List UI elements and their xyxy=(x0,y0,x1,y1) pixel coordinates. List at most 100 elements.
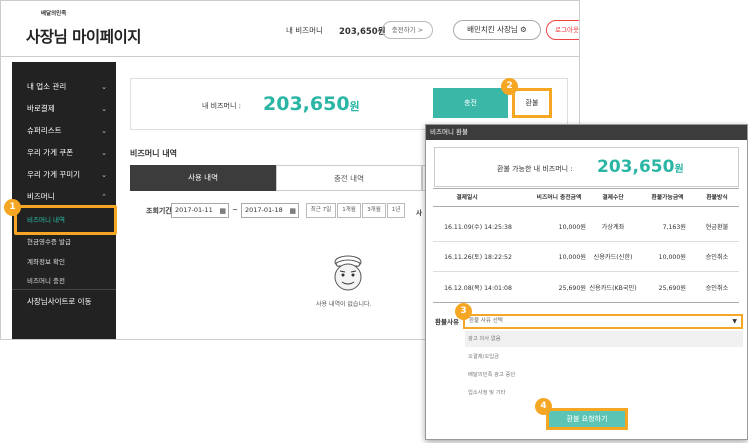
chevron-down-icon: ⌄ xyxy=(101,83,107,91)
brand-logo-small: 배달의민족 xyxy=(41,11,67,17)
date-separator: ~ xyxy=(232,206,238,214)
refund-dialog-title: 비즈머니 환불 xyxy=(426,125,747,140)
step-1-highlight xyxy=(14,205,117,235)
top-header: 배달의민족 사장님 마이페이지 내 비즈머니 203,650원 충전하기 > 배… xyxy=(1,1,579,57)
quick-1month-button[interactable]: 1개월 xyxy=(337,203,361,218)
logout-button[interactable]: 로그아웃 xyxy=(546,20,579,40)
table-top-line xyxy=(433,188,739,189)
reason-option[interactable]: 오결제/오입금 xyxy=(465,349,743,365)
row-divider xyxy=(433,271,739,272)
table-cell: 신용카드(신한) xyxy=(593,254,633,261)
tab-usage[interactable]: 사용 내역 xyxy=(130,165,276,191)
refund-request-button[interactable]: 환불 요청하기 xyxy=(546,408,628,430)
table-cell: 10,000원 xyxy=(658,254,686,261)
sidebar-item-label: 우리 가게 쿠폰 xyxy=(27,148,74,157)
sidebar-item-label: 내 업소 관리 xyxy=(27,82,67,91)
history-title: 비즈머니 내역 xyxy=(130,149,177,158)
step-1-badge: 1 xyxy=(4,199,21,216)
bizmoney-value: 203,650원 xyxy=(339,27,386,37)
charge-button[interactable]: 충전 xyxy=(433,88,508,118)
col-header: 환불방식 xyxy=(706,195,728,201)
refund-summary-box xyxy=(434,147,739,187)
reason-option[interactable]: 업소사정 및 기타 xyxy=(465,385,743,401)
tab-charge[interactable]: 충전 내역 xyxy=(276,165,422,191)
calendar-icon: ▦ xyxy=(219,207,226,215)
col-header: 결제수단 xyxy=(602,195,624,201)
sidebar-item-superlist[interactable]: 슈퍼리스트 ⌄ xyxy=(12,120,116,142)
sidebar-item-quickpay[interactable]: 바로결제 ⌄ xyxy=(12,98,116,120)
table-cell: 신용카드(KB국민) xyxy=(589,285,637,292)
refund-summary-label: 환불 가능한 내 비즈머니 : xyxy=(497,165,573,173)
col-header: 비즈머니 충전금액 xyxy=(536,195,582,201)
quick-3months-button[interactable]: 3개월 xyxy=(362,203,386,218)
chevron-down-icon: ⌄ xyxy=(101,127,107,135)
page-title: 사장님 마이페이지 xyxy=(26,28,141,46)
table-cell: 16.12.08(목) 14:01:08 xyxy=(444,285,512,292)
table-cell: 현금환불 xyxy=(705,224,729,231)
sort-label: 사 xyxy=(416,209,422,217)
chevron-down-icon: ⌄ xyxy=(101,105,107,113)
caret-down-icon: ▼ xyxy=(732,318,737,325)
sidebar-item-store[interactable]: 내 업소 관리 ⌄ xyxy=(12,76,116,98)
owner-name: 배민치킨 사장님 xyxy=(467,25,518,34)
step-4-badge: 4 xyxy=(535,398,552,415)
table-cell: 승인취소 xyxy=(705,285,729,292)
col-header: 환불가능금액 xyxy=(651,195,684,201)
step-2-badge: 2 xyxy=(501,78,518,95)
reason-option[interactable]: 배달의민족 광고 중단 xyxy=(465,367,743,383)
empty-mascot-icon xyxy=(326,253,370,299)
sidebar: 내 업소 관리 ⌄ 바로결제 ⌄ 슈퍼리스트 ⌄ 우리 가게 쿠폰 ⌄ 우리 가게 꾸미… xyxy=(12,62,116,339)
header-charge-button[interactable]: 충전하기 > xyxy=(382,21,433,39)
sidebar-item-owner-site[interactable]: 사장님사이트로 이동 xyxy=(12,291,116,313)
col-header: 결제일시 xyxy=(456,195,478,201)
period-label: 조회기간 xyxy=(146,207,172,215)
table-bottom-line xyxy=(433,302,739,303)
table-cell: 승인취소 xyxy=(705,254,729,261)
table-header-line xyxy=(433,206,739,207)
sidebar-item-label: 슈퍼리스트 xyxy=(27,126,62,135)
owner-account-button[interactable]: 배민치킨 사장님 ⚙ xyxy=(453,20,541,40)
balance-unit: 원 xyxy=(349,100,360,113)
sidebar-sub-receipt[interactable]: 현금영수증 발급 xyxy=(12,232,116,252)
refund-summary-value: 203,650원 xyxy=(597,157,684,177)
sidebar-sub-charge[interactable]: 비즈머니 충전 xyxy=(12,271,116,291)
sidebar-item-coupon[interactable]: 우리 가게 쿠폰 ⌄ xyxy=(12,142,116,164)
sidebar-item-label: 바로결제 xyxy=(27,104,55,113)
balance-label: 내 비즈머니 : xyxy=(202,102,242,110)
chevron-down-icon: ⌄ xyxy=(101,171,107,179)
start-date-value: 2017-01-11 xyxy=(175,206,213,214)
calendar-icon: ▦ xyxy=(289,207,296,215)
table-cell: 25,690원 xyxy=(558,285,586,292)
sidebar-item-decorate[interactable]: 우리 가게 꾸미기 ⌄ xyxy=(12,164,116,186)
bizmoney-label: 내 비즈머니 xyxy=(286,26,323,35)
table-cell: 7,163원 xyxy=(662,224,686,231)
table-cell: 25,690원 xyxy=(658,285,686,292)
end-date-field[interactable]: 2017-01-18 ▦ xyxy=(241,203,299,218)
empty-message: 사용 내역이 없습니다. xyxy=(316,301,372,308)
start-date-field[interactable]: 2017-01-11 ▦ xyxy=(171,203,229,218)
sidebar-item-label: 우리 가게 꾸미기 xyxy=(27,170,81,179)
row-divider xyxy=(433,241,739,242)
table-cell: 10,000원 xyxy=(558,254,586,261)
end-date-value: 2017-01-18 xyxy=(245,206,283,214)
reason-option[interactable]: 광고 의사 없음 xyxy=(465,331,743,347)
table-cell: 가상계좌 xyxy=(601,224,625,231)
sidebar-item-label: 비즈머니 xyxy=(27,192,55,201)
table-cell: 10,000원 xyxy=(558,224,586,231)
quick-1year-button[interactable]: 1년 xyxy=(387,203,405,218)
refund-reason-label: 환불사유 xyxy=(435,318,459,326)
table-cell: 16.11.09(수) 14:25:38 xyxy=(444,224,512,231)
balance-amount: 203,650 xyxy=(263,93,350,115)
refund-reason-select[interactable]: 환불 사유 선택 ▼ xyxy=(463,314,743,329)
refund-amount: 203,650 xyxy=(597,157,675,177)
chevron-down-icon: ⌄ xyxy=(101,149,107,157)
select-placeholder: 환불 사유 선택 xyxy=(469,318,503,324)
sidebar-sub-account[interactable]: 계좌정보 확인 xyxy=(12,252,116,272)
refund-button[interactable]: 환불 xyxy=(512,88,552,118)
quick-7days-button[interactable]: 최근 7일 xyxy=(306,203,336,218)
step-3-badge: 3 xyxy=(455,303,472,320)
sidebar-divider xyxy=(12,289,116,290)
table-cell: 16.11.26(토) 18:22:52 xyxy=(444,254,512,261)
refund-reason-dropdown: 광고 의사 없음 오결제/오입금 배달의민족 광고 중단 업소사정 및 기타 xyxy=(465,331,743,406)
refund-unit: 원 xyxy=(674,164,684,175)
